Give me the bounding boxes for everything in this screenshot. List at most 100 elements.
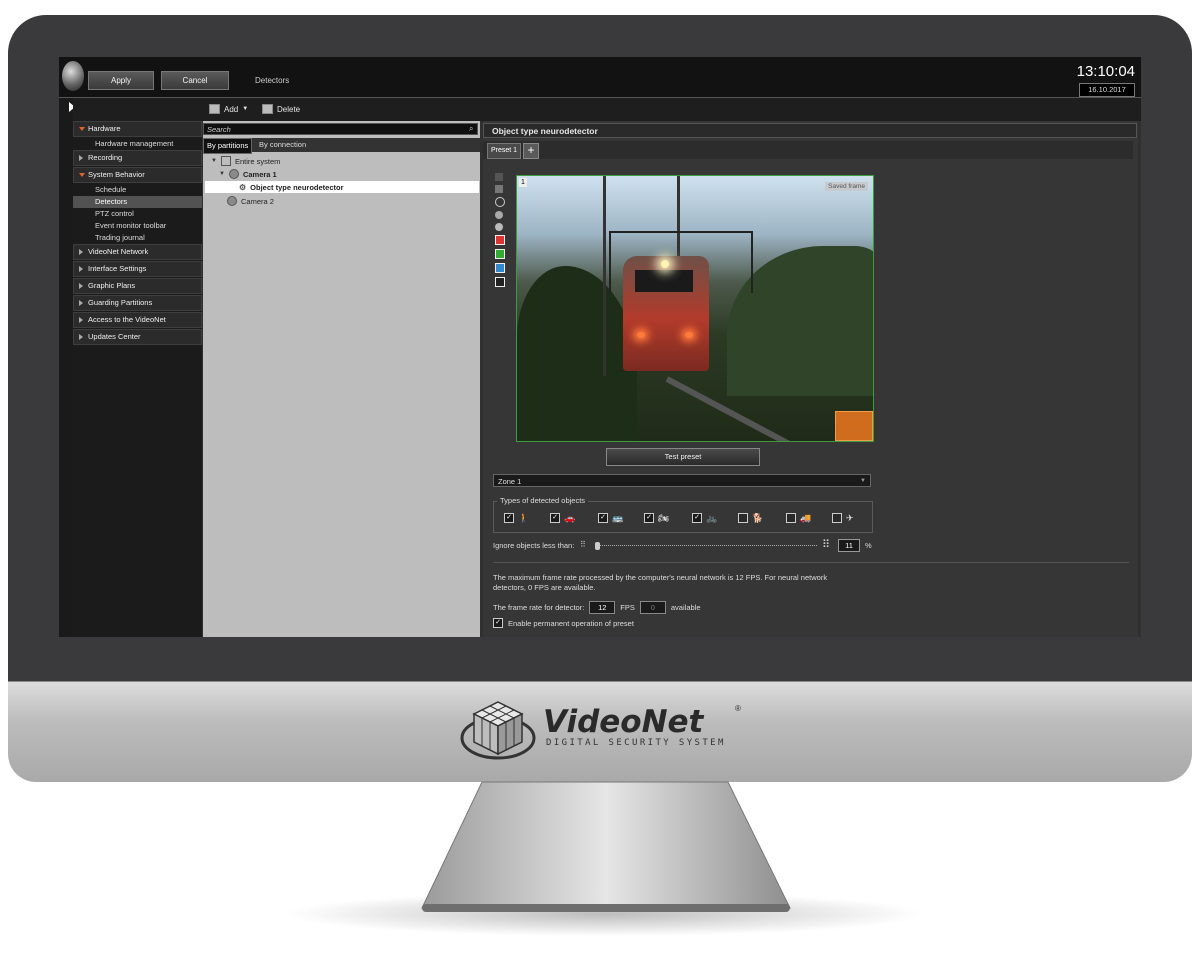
tree-item-detector[interactable]: ⚙ Object type neurodetector	[205, 181, 479, 193]
bus-icon: 🚌	[612, 513, 624, 523]
nav-graphic-plans[interactable]: Graphic Plans	[73, 278, 202, 294]
videonet-cube-logo	[460, 701, 536, 760]
fps-unit: FPS	[620, 603, 635, 612]
tree-label: Camera 1	[242, 169, 277, 179]
nav-event-monitor-toolbar[interactable]: Event monitor toolbar	[73, 220, 202, 232]
add-label: Add	[224, 104, 239, 114]
permanent-label: Enable permanent operation of preset	[508, 618, 634, 628]
zone-select[interactable]: Zone 1 ▼	[493, 474, 871, 487]
nav-label: Access to the VideoNet	[88, 315, 166, 324]
checkbox[interactable]: ✓	[550, 513, 560, 523]
checkbox[interactable]	[786, 513, 796, 523]
brand-name: VideoNet	[543, 704, 704, 740]
cancel-button[interactable]: Cancel	[161, 71, 229, 90]
nav-ptz-control[interactable]: PTZ control	[73, 208, 202, 220]
tree-label: Object type neurodetector	[250, 182, 344, 192]
object-type-car[interactable]: ✓ 🚗	[550, 513, 580, 523]
brightness-icon[interactable]	[495, 223, 503, 231]
rotate-icon[interactable]	[495, 197, 505, 207]
tab-by-connection[interactable]: By connection	[256, 138, 309, 152]
object-type-bicycle[interactable]: ✓ 🚲	[692, 513, 722, 523]
nav-schedule[interactable]: Schedule	[73, 184, 202, 196]
airplane-icon: ✈	[846, 513, 854, 523]
search-icon[interactable]: ⌕	[469, 124, 473, 134]
blue-zone-icon[interactable]	[495, 263, 505, 273]
zone-number-badge: 1	[519, 178, 527, 187]
checkbox[interactable]: ✓	[692, 513, 702, 523]
tree-item-camera-2[interactable]: Camera 2	[227, 196, 274, 206]
nav-trading-journal[interactable]: Trading journal	[73, 232, 202, 244]
nav-videonet-network[interactable]: VideoNet Network	[73, 244, 202, 260]
train-shape	[623, 256, 709, 371]
apply-button[interactable]: Apply	[88, 71, 154, 90]
add-button[interactable]: Add ▼	[209, 104, 248, 114]
object-type-person[interactable]: ✓ 🚶	[504, 513, 534, 523]
nav-interface-settings[interactable]: Interface Settings	[73, 261, 202, 277]
object-type-bus[interactable]: ✓ 🚌	[598, 513, 628, 523]
dog-icon: 🐕	[752, 513, 764, 523]
list-icon[interactable]	[495, 185, 503, 193]
fps-label: The frame rate for detector:	[493, 603, 585, 612]
nav-recording[interactable]: Recording	[73, 150, 202, 166]
add-preset-button[interactable]: +	[523, 143, 539, 159]
monitor-stand	[285, 781, 925, 936]
checkbox[interactable]	[832, 513, 842, 523]
drawing-tools	[495, 173, 507, 291]
nav-hardware[interactable]: Hardware	[73, 121, 202, 137]
collapse-arrow-icon[interactable]: ▼	[219, 171, 225, 177]
delete-button[interactable]: Delete	[262, 104, 300, 114]
brand-tagline: DIGITAL SECURITY SYSTEM	[546, 738, 726, 748]
camera-preview[interactable]: 1 Saved frame	[516, 175, 874, 442]
percent-label: %	[865, 541, 872, 550]
ignore-size-input[interactable]: 11	[838, 539, 860, 552]
checkbox[interactable]	[738, 513, 748, 523]
object-type-truck[interactable]: 🚚	[786, 513, 816, 523]
ignore-size-slider[interactable]	[595, 542, 817, 550]
nav-hardware-management[interactable]: Hardware management	[73, 138, 202, 150]
zone-resize-handle[interactable]	[835, 411, 873, 441]
checkbox[interactable]: ✓	[598, 513, 608, 523]
collapse-arrow-icon[interactable]: ▼	[211, 158, 217, 164]
checkbox[interactable]: ✓	[493, 618, 503, 628]
tree-label: Entire system	[234, 156, 281, 166]
tree-tabs: By partitions By connection	[203, 138, 480, 154]
fps-stepper[interactable]: 12	[589, 601, 616, 614]
motorcycle-icon: 🏍	[658, 513, 670, 523]
tab-by-partitions[interactable]: By partitions	[203, 138, 253, 154]
chart-icon[interactable]	[495, 277, 505, 287]
divider	[493, 562, 1129, 563]
object-type-airplane[interactable]: ✈	[832, 513, 862, 523]
person-icon: 🚶	[518, 513, 530, 523]
train-window	[635, 270, 693, 292]
menu-icon[interactable]	[495, 173, 503, 181]
collapse-arrow-icon	[79, 155, 83, 161]
permanent-operation-toggle[interactable]: ✓ Enable permanent operation of preset	[493, 618, 634, 628]
nav-guarding-partitions[interactable]: Guarding Partitions	[73, 295, 202, 311]
object-type-motorcycle[interactable]: ✓ 🏍	[644, 513, 674, 523]
zone-select-value: Zone 1	[498, 477, 522, 486]
contrast-icon[interactable]	[495, 211, 503, 219]
red-zone-icon[interactable]	[495, 235, 505, 245]
slider-knob[interactable]	[595, 542, 600, 550]
car-icon: 🚗	[564, 513, 576, 523]
large-dots-icon: ⠿	[822, 539, 831, 551]
search-input[interactable]: Search	[203, 123, 478, 135]
green-zone-icon[interactable]	[495, 249, 505, 259]
system-icon	[220, 156, 231, 166]
nav-system-behavior[interactable]: System Behavior	[73, 167, 202, 183]
collapse-arrow-icon	[79, 334, 83, 340]
toolbar: Add ▼ Delete	[73, 98, 1141, 121]
add-dropdown-icon[interactable]: ▼	[242, 106, 248, 112]
test-preset-button[interactable]: Test preset	[606, 448, 760, 466]
nav-updates-center[interactable]: Updates Center	[73, 329, 202, 345]
checkbox[interactable]: ✓	[504, 513, 514, 523]
collapse-arrow-icon	[79, 317, 83, 323]
tree-item-camera-1[interactable]: ▼ Camera 1	[219, 169, 277, 179]
object-type-dog[interactable]: 🐕	[738, 513, 768, 523]
preset-tab[interactable]: Preset 1	[487, 143, 522, 159]
bicycle-icon: 🚲	[706, 513, 718, 523]
nav-access-to-videonet[interactable]: Access to the VideoNet	[73, 312, 202, 328]
tree-item-entire-system[interactable]: ▼ Entire system	[211, 156, 280, 166]
nav-detectors[interactable]: Detectors	[73, 196, 202, 208]
checkbox[interactable]: ✓	[644, 513, 654, 523]
